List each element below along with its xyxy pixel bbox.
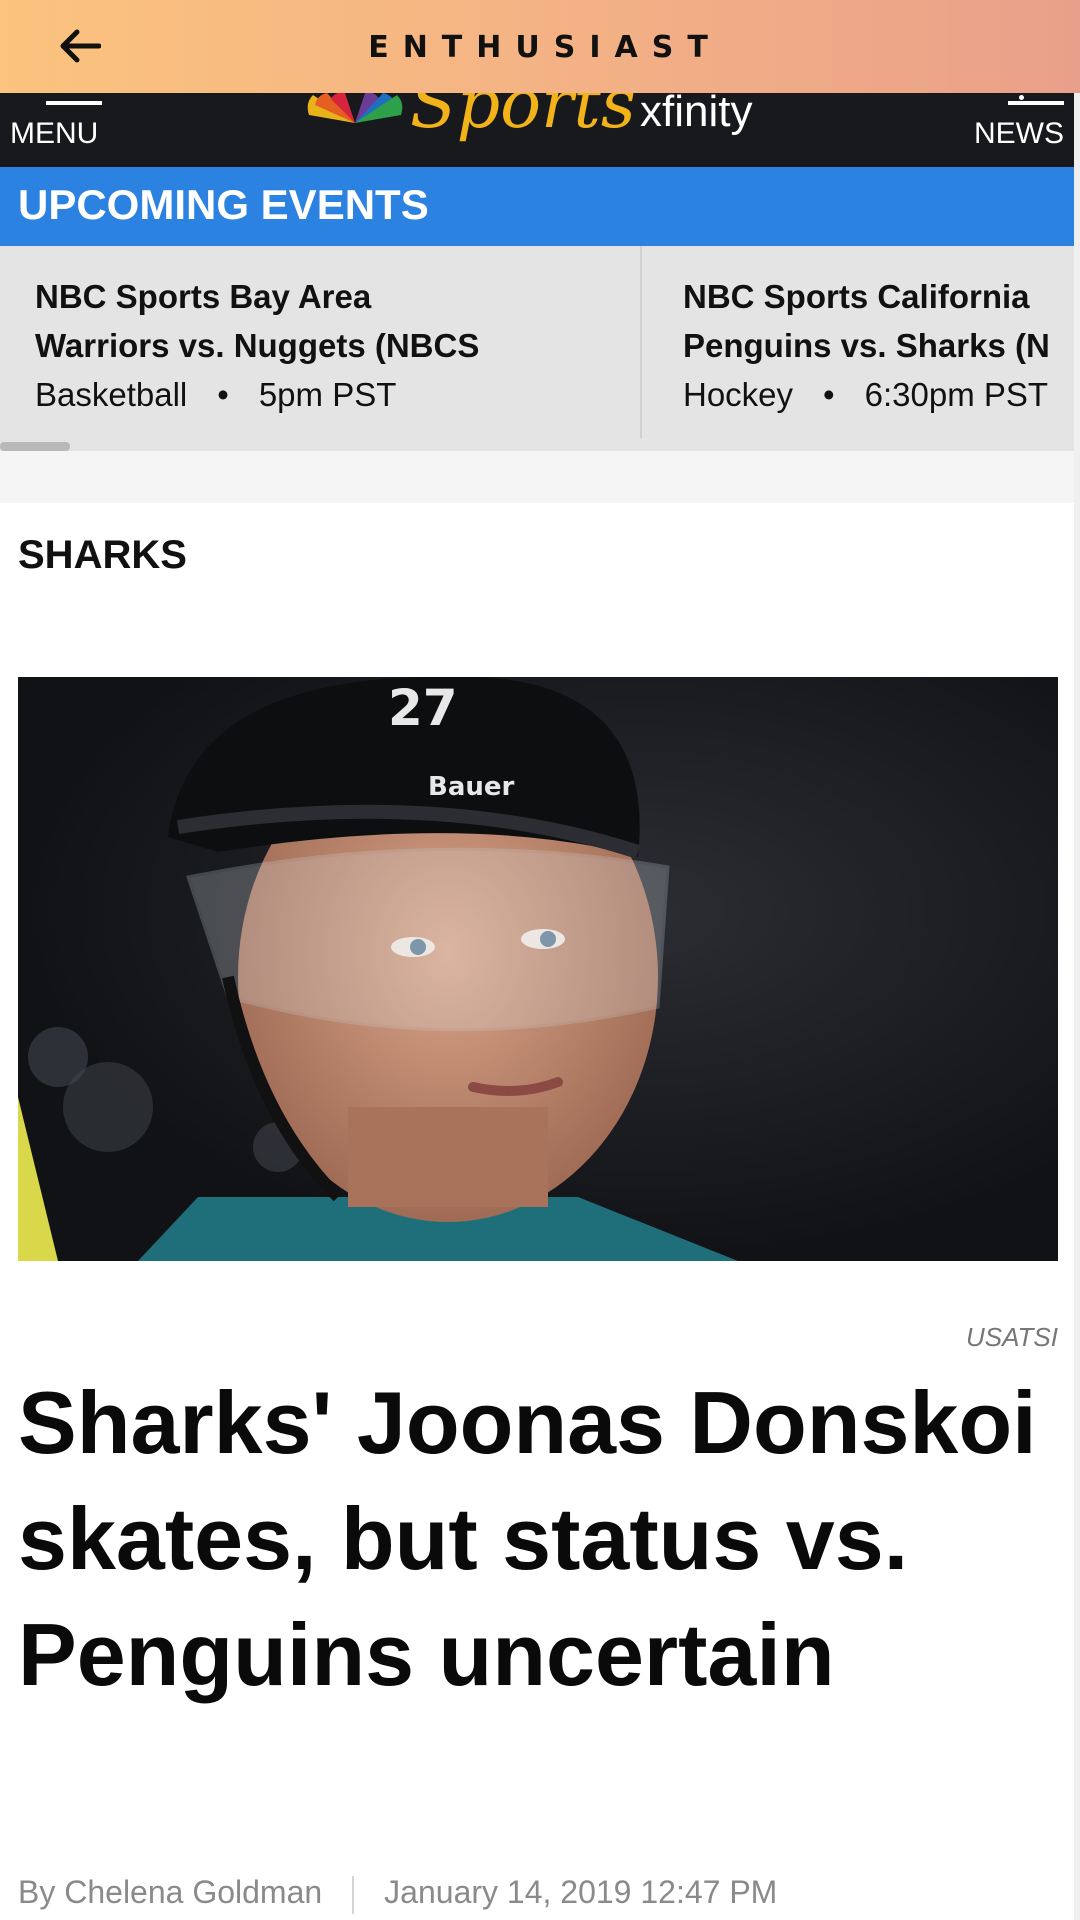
- event-card[interactable]: NBC Sports Bay Area Warriors vs. Nuggets…: [0, 246, 640, 436]
- bullet-separator: •: [823, 376, 835, 413]
- carousel-scrollbar[interactable]: [0, 442, 70, 451]
- hero-image: 27 Bauer: [18, 677, 1058, 1261]
- news-label: NEWS: [974, 117, 1064, 150]
- app-bar: ENTHUSIAST: [0, 0, 1080, 93]
- news-icon-bar: [1008, 101, 1064, 105]
- byline-divider: [352, 1875, 355, 1914]
- news-button[interactable]: NEWS: [944, 93, 1064, 167]
- event-meta: Basketball • 5pm PST: [35, 376, 396, 414]
- event-network: NBC Sports California: [683, 278, 1030, 315]
- helmet-brand: Bauer: [428, 772, 515, 802]
- logo-xfinity: xfinity: [640, 87, 753, 136]
- event-sport: Basketball: [35, 376, 188, 413]
- menu-button[interactable]: MENU: [10, 93, 130, 167]
- byline: By Chelena Goldman January 14, 2019 12:47…: [18, 1874, 777, 1914]
- events-carousel[interactable]: NBC Sports Bay Area Warriors vs. Nuggets…: [0, 246, 1074, 451]
- event-divider: [640, 246, 642, 438]
- article-headline: Sharks' Joonas Donskoi skates, but statu…: [18, 1373, 1037, 1704]
- bullet-separator: •: [217, 376, 229, 413]
- news-icon: [1019, 95, 1024, 100]
- event-time: 6:30pm PST: [864, 376, 1049, 413]
- event-matchup: Warriors vs. Nuggets (NBCS: [35, 327, 480, 364]
- event-sport: Hockey: [683, 376, 794, 413]
- hockey-player-photo: 27 Bauer: [18, 677, 738, 1261]
- hamburger-icon: [46, 101, 102, 105]
- event-meta: Hockey • 6:30pm PST: [683, 376, 1048, 414]
- event-time: 5pm PST: [258, 376, 397, 413]
- event-network: NBC Sports Bay Area: [35, 278, 372, 315]
- app-title: ENTHUSIAST: [368, 30, 722, 65]
- image-credit: USATSI: [966, 1322, 1058, 1352]
- upcoming-events-header: UPCOMING EVENTS: [0, 167, 1074, 246]
- publish-date: January 14, 2019 12:47 PM: [384, 1874, 778, 1910]
- peacock-icon: [307, 93, 403, 123]
- nbc-sports-logo[interactable]: Sports xfinity: [300, 65, 780, 144]
- page-edge: [1074, 93, 1080, 1920]
- section-label[interactable]: SHARKS: [18, 533, 187, 578]
- spacer: [0, 451, 1074, 503]
- event-matchup: Penguins vs. Sharks (N: [683, 327, 1050, 364]
- helmet-number: 27: [388, 679, 458, 737]
- author[interactable]: By Chelena Goldman: [18, 1874, 322, 1910]
- event-card[interactable]: NBC Sports California Penguins vs. Shark…: [648, 246, 1074, 436]
- upcoming-events-title: UPCOMING EVENTS: [18, 181, 429, 228]
- menu-label: MENU: [10, 117, 99, 150]
- site-header: MENU Sports xfinity NEWS: [0, 65, 1074, 167]
